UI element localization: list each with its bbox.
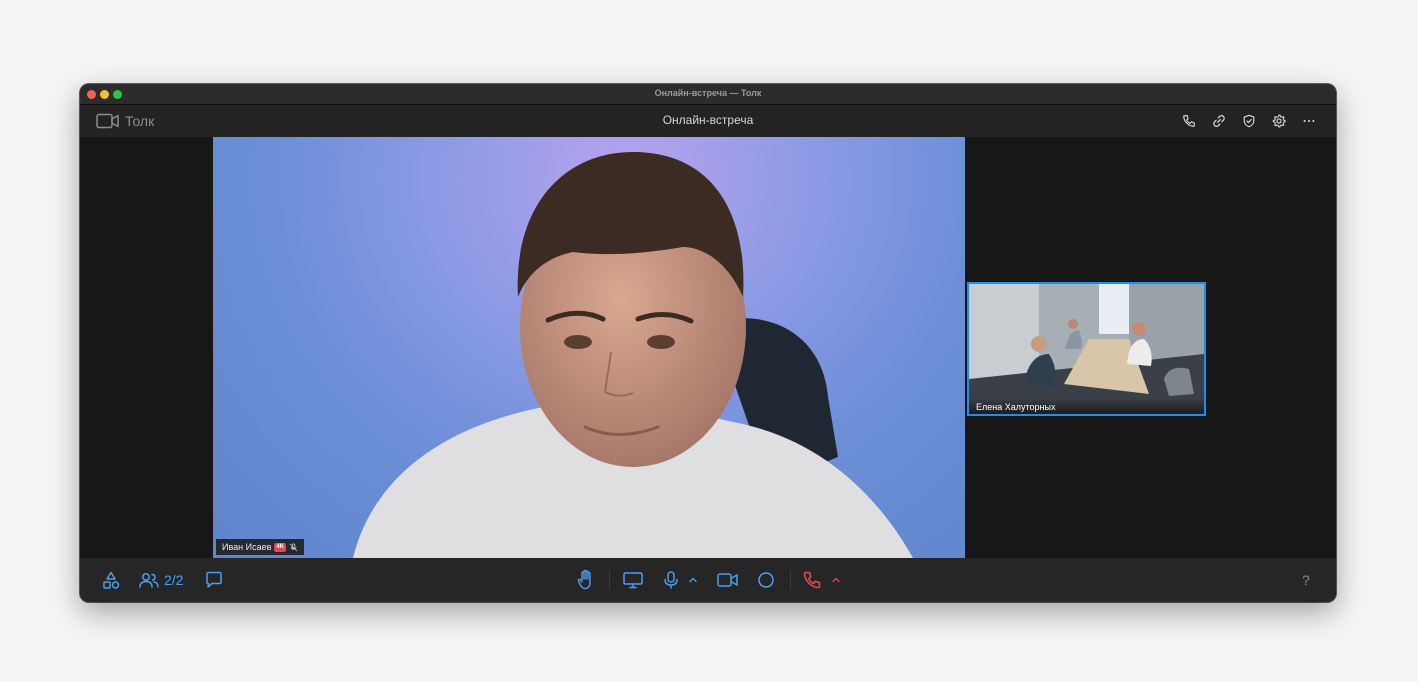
header-actions xyxy=(1180,112,1318,130)
app-window: Онлайн-встреча — Толк Толк Онлайн-встреч… xyxy=(80,84,1336,602)
chevron-up-icon xyxy=(689,577,697,583)
meeting-title: Онлайн-встреча xyxy=(662,113,754,127)
help-label: ? xyxy=(1302,572,1310,588)
controls-divider xyxy=(790,570,791,590)
chevron-up-icon xyxy=(832,577,840,583)
camera-icon xyxy=(717,573,738,587)
chat-icon xyxy=(206,571,222,588)
people-icon xyxy=(139,573,159,588)
video-stage: Иван Исаев 4K Елена Халуторных xyxy=(80,137,1336,558)
main-video-tile[interactable]: Иван Исаев 4K xyxy=(213,137,965,558)
participants-button[interactable]: 2/2 xyxy=(138,569,183,591)
microphone-icon xyxy=(664,571,678,589)
record-button[interactable] xyxy=(756,569,776,591)
more-icon[interactable] xyxy=(1300,112,1318,130)
shield-check-icon[interactable] xyxy=(1240,112,1258,130)
raise-hand-button[interactable] xyxy=(576,569,596,591)
participant-video-feed xyxy=(353,152,913,558)
title-bar: Онлайн-встреча — Толк xyxy=(80,84,1336,105)
participant-name: Елена Халуторных xyxy=(969,398,1204,414)
end-call-icon xyxy=(803,571,821,589)
screen-share-icon xyxy=(623,572,643,589)
participant-name: Иван Исаев xyxy=(222,542,272,552)
help-button[interactable]: ? xyxy=(1302,569,1310,591)
link-icon[interactable] xyxy=(1210,112,1228,130)
shapes-icon xyxy=(103,571,120,589)
gear-icon[interactable] xyxy=(1270,112,1288,130)
participants-count: 2/2 xyxy=(164,572,184,588)
window-title: Онлайн-встреча — Толк xyxy=(654,88,762,98)
app-header: Толк Онлайн-встреча xyxy=(80,105,1336,137)
camera-button[interactable] xyxy=(716,569,740,591)
screen-share-button[interactable] xyxy=(622,569,644,591)
controls-divider xyxy=(609,570,610,590)
secondary-video-tile[interactable]: Елена Халуторных xyxy=(967,282,1206,416)
apps-button[interactable] xyxy=(101,569,121,591)
mic-muted-icon xyxy=(289,542,298,551)
microphone-options-button[interactable] xyxy=(688,569,698,591)
phone-icon[interactable] xyxy=(1180,112,1198,130)
participant-video-feed xyxy=(969,284,1204,414)
end-call-options-button[interactable] xyxy=(831,569,841,591)
participant-name-tag: Иван Исаев 4K xyxy=(216,539,305,555)
chat-button[interactable] xyxy=(204,569,224,591)
record-icon xyxy=(758,572,774,588)
call-controls: 2/2 ? xyxy=(80,558,1336,602)
quality-badge: 4K xyxy=(274,542,287,552)
raise-hand-icon xyxy=(577,569,591,590)
microphone-button[interactable] xyxy=(662,569,680,591)
end-call-button[interactable] xyxy=(802,569,822,591)
